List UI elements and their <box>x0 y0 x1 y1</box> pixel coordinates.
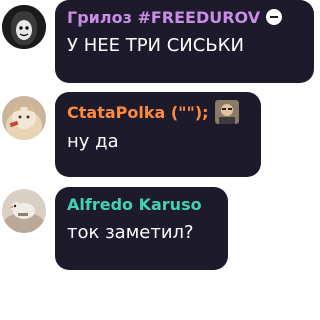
cat-photo-avatar-icon <box>2 96 46 140</box>
sender-name[interactable]: CtataPolka (""); <box>67 103 209 122</box>
sender-name-row: Alfredo Karuso <box>67 195 216 215</box>
user-avatar[interactable] <box>2 189 46 233</box>
sender-name-row: CtataPolka (""); <box>67 100 249 124</box>
message-bubble[interactable]: Грилоз #FREEDUROV У НЕЕ ТРИ СИСЬКИ <box>55 0 314 83</box>
message-bubble[interactable]: CtataPolka (""); ну да <box>55 92 261 177</box>
user-avatar[interactable] <box>2 96 46 140</box>
sender-name[interactable]: Alfredo Karuso <box>67 195 202 214</box>
minus-circle-icon <box>266 9 283 25</box>
bird-photo-avatar-icon <box>2 189 46 233</box>
message-bubble[interactable]: Alfredo Karuso ток заметил? <box>55 187 228 270</box>
message-text: ток заметил? <box>67 222 194 243</box>
sender-name[interactable]: Грилоз #FREEDUROV <box>67 8 260 27</box>
message-text: ну да <box>67 131 119 152</box>
message-text: У НЕЕ ТРИ СИСЬКИ <box>67 35 244 56</box>
hooded-figure-avatar-icon <box>2 5 46 49</box>
user-avatar[interactable] <box>2 5 46 49</box>
sender-name-row: Грилоз #FREEDUROV <box>67 8 302 28</box>
person-mini-avatar-icon <box>214 100 239 124</box>
